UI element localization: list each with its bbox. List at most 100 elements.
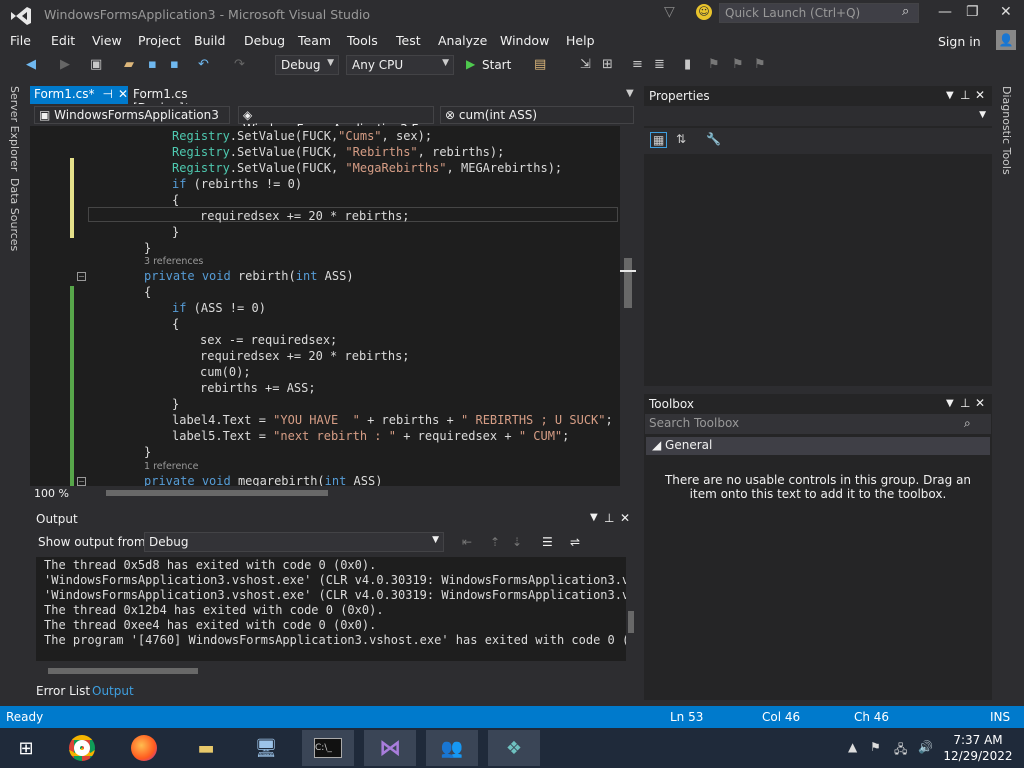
save-icon[interactable]: ▪ — [148, 57, 157, 72]
pin-icon[interactable]: ⊥ — [604, 511, 614, 525]
close-icon[interactable]: ✕ — [1000, 4, 1012, 20]
network-app-icon[interactable]: ❖ — [488, 730, 540, 766]
menu-test[interactable]: Test — [396, 33, 421, 48]
redo-icon[interactable]: ↷ — [234, 57, 245, 72]
close-icon[interactable]: ✕ — [620, 511, 630, 525]
word-wrap-icon[interactable]: ⇌ — [570, 535, 580, 549]
back-icon[interactable]: ◀ — [26, 57, 36, 72]
new-project-icon[interactable]: ▣ — [90, 57, 102, 72]
editor-vertical-scrollbar[interactable] — [620, 126, 636, 486]
menu-view[interactable]: View — [92, 33, 122, 48]
close-icon[interactable]: ✕ — [118, 87, 128, 101]
data-sources-tab[interactable]: Data Sources — [8, 178, 21, 251]
properties-object-select[interactable]: ▼ — [644, 106, 992, 126]
uncomment-icon[interactable]: ≣ — [654, 57, 665, 72]
save-all-icon[interactable]: ▪ — [170, 57, 179, 72]
tab-form1-design[interactable]: Form1.cs [Design]* — [129, 86, 249, 115]
windows-start-icon[interactable]: ⊞ — [0, 730, 52, 766]
scroll-thumb[interactable] — [48, 668, 198, 674]
diagnostic-tools-tab[interactable]: Diagnostic Tools — [1000, 86, 1013, 175]
project-dropdown[interactable]: ▣ WindowsFormsApplication3 — [34, 106, 230, 124]
output-source-select[interactable]: Debug ▼ — [144, 532, 444, 552]
scroll-thumb[interactable] — [624, 258, 632, 308]
output-vertical-scrollbar[interactable] — [626, 557, 636, 661]
menu-help[interactable]: Help — [566, 33, 595, 48]
configuration-dropdown[interactable]: Debug ▼ — [275, 55, 339, 75]
categorized-icon[interactable]: ▦ — [650, 132, 668, 148]
tab-output[interactable]: Output — [88, 683, 138, 699]
open-file-icon[interactable]: ▰ — [124, 57, 134, 72]
step-into-icon[interactable]: ⇲ — [580, 57, 591, 72]
flag-icon[interactable]: ⚑ — [870, 740, 881, 754]
prev-bookmark-icon[interactable]: ⚑ — [708, 57, 720, 72]
platform-dropdown[interactable]: Any CPU ▼ — [346, 55, 454, 75]
users-app-icon[interactable]: 👥 — [426, 730, 478, 766]
alphabetical-icon[interactable]: ⇅ — [676, 132, 686, 146]
references-codelens[interactable]: 3 references — [144, 256, 203, 267]
menu-build[interactable]: Build — [194, 33, 225, 48]
close-icon[interactable]: ✕ — [975, 88, 985, 102]
menu-edit[interactable]: Edit — [51, 33, 75, 48]
output-horizontal-scrollbar[interactable] — [36, 664, 626, 678]
menu-tools[interactable]: Tools — [347, 33, 378, 48]
account-avatar-icon[interactable]: 👤 — [996, 30, 1016, 50]
menu-debug[interactable]: Debug — [244, 33, 285, 48]
command-prompt-icon[interactable]: C:\_ — [302, 730, 354, 766]
zoom-level[interactable]: 100 % — [34, 487, 69, 500]
bookmark-icon[interactable]: ▮ — [684, 57, 691, 72]
close-icon[interactable]: ✕ — [975, 396, 985, 410]
server-explorer-tab[interactable]: Server Explorer — [8, 86, 21, 171]
class-dropdown[interactable]: ◈ WindowsFormsApplication3.Fo — [238, 106, 434, 136]
collapse-icon[interactable]: − — [77, 272, 86, 281]
output-text-area[interactable]: The thread 0x5d8 has exited with code 0 … — [36, 557, 626, 661]
scroll-thumb[interactable] — [628, 611, 634, 633]
tab-error-list[interactable]: Error List — [32, 683, 94, 699]
start-button[interactable]: Start — [482, 58, 511, 72]
comment-icon[interactable]: ≡ — [632, 57, 643, 72]
menu-file[interactable]: File — [10, 33, 31, 48]
quick-launch-input[interactable]: Quick Launch (Ctrl+Q) — [719, 3, 919, 23]
properties-wrench-icon[interactable]: 🔧 — [706, 132, 721, 146]
clear-all-icon[interactable]: ☰ — [542, 535, 553, 549]
remote-desktop-icon[interactable]: 🖥 — [240, 730, 292, 766]
collapse-icon[interactable]: − — [77, 477, 86, 486]
menu-window[interactable]: Window — [500, 33, 549, 48]
restore-icon[interactable]: ❐ — [966, 4, 979, 20]
pin-icon[interactable]: ⊥ — [960, 88, 970, 102]
search-icon[interactable]: ⌕ — [964, 416, 971, 431]
clear-bookmark-icon[interactable]: ⚑ — [754, 57, 766, 72]
volume-icon[interactable]: 🔊 — [918, 740, 933, 754]
menu-analyze[interactable]: Analyze — [438, 33, 487, 48]
file-explorer-icon[interactable]: ▬ — [180, 730, 232, 766]
prev-message-icon[interactable]: ⇡ — [490, 535, 500, 549]
pin-icon[interactable]: ⊥ — [960, 396, 970, 410]
chrome-icon[interactable] — [56, 730, 108, 766]
chevron-down-icon[interactable]: ▼ — [590, 512, 598, 523]
start-play-icon[interactable]: ▶ — [466, 57, 475, 71]
next-message-icon[interactable]: ⇣ — [512, 535, 522, 549]
member-dropdown[interactable]: ⊗ cum(int ASS) — [440, 106, 634, 124]
references-codelens[interactable]: 1 reference — [144, 461, 198, 472]
chevron-down-icon[interactable]: ▼ — [946, 90, 954, 101]
browser-link-icon[interactable]: ▤ — [534, 57, 546, 72]
scroll-thumb[interactable] — [106, 490, 328, 496]
forward-icon[interactable]: ▶ — [60, 57, 70, 72]
pin-icon[interactable]: ⊣ — [103, 87, 113, 101]
menu-team[interactable]: Team — [298, 33, 331, 48]
show-hidden-icons-icon[interactable]: ▲ — [848, 740, 857, 754]
menu-project[interactable]: Project — [138, 33, 181, 48]
firefox-icon[interactable] — [118, 730, 170, 766]
chevron-down-icon[interactable]: ▼ — [946, 398, 954, 409]
network-icon[interactable]: 🖧 — [894, 740, 907, 761]
toolbox-group-general[interactable]: ◢ General — [646, 437, 990, 455]
sign-in-link[interactable]: Sign in — [938, 34, 981, 49]
minimize-icon[interactable]: — — [938, 4, 952, 20]
toolbox-search-input[interactable]: Search Toolbox — [645, 414, 991, 434]
feedback-filter-icon[interactable]: ▽ — [664, 4, 675, 20]
feedback-smiley-icon[interactable]: ☺ — [696, 4, 712, 20]
find-message-icon[interactable]: ⇤ — [462, 535, 472, 549]
visual-studio-taskbar-icon[interactable]: ⋈ — [364, 730, 416, 766]
next-bookmark-icon[interactable]: ⚑ — [732, 57, 744, 72]
tab-form1-cs[interactable]: Form1.cs* ⊣ ✕ — [30, 86, 128, 104]
undo-icon[interactable]: ↶ — [198, 57, 209, 72]
